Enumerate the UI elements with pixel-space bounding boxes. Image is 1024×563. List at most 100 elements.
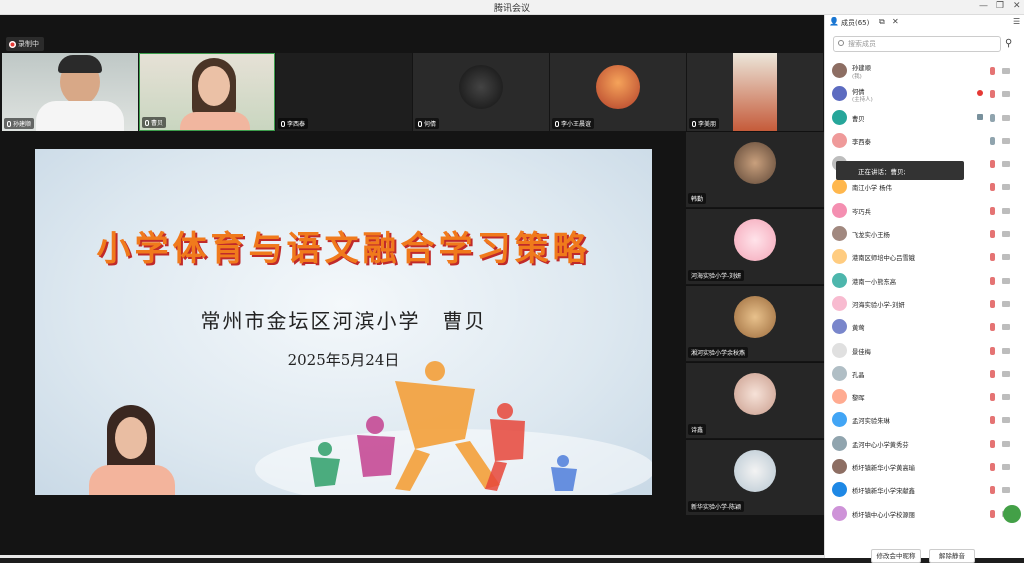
member-search-input[interactable]: 搜索成员 [833,36,1001,52]
mic-muted-icon[interactable] [990,67,995,75]
member-row[interactable]: 何倩 (主持人) [825,82,1024,105]
panel-header: 👤 成员(65) ⧉ ✕ ☰ [825,15,1024,31]
member-row[interactable]: 黄莺 [825,315,1024,338]
member-row[interactable]: 曹贝 [825,106,1024,129]
camera-icon[interactable] [1002,394,1010,401]
mic-muted-icon[interactable] [990,439,995,448]
avatar [832,249,847,265]
camera-icon[interactable] [1002,464,1010,471]
member-row[interactable]: 河海实验小学-刘妍 [825,292,1024,315]
mic-icon [418,120,422,127]
mic-muted-icon[interactable] [990,393,995,402]
avatar [734,450,776,492]
video-tile-2[interactable]: 曹贝 [139,53,275,131]
member-row[interactable]: 飞龙实小王杨 [825,222,1024,245]
mic-muted-icon[interactable] [990,183,995,192]
member-row[interactable]: 孔晶 [825,362,1024,385]
mic-muted-icon[interactable] [990,206,995,215]
tile-name: 曹贝 [142,117,167,128]
avatar [734,373,776,415]
mic-muted-icon[interactable] [990,90,995,99]
video-tile-6[interactable]: 李美朋 [687,53,823,131]
camera-icon[interactable] [1002,440,1010,447]
member-row[interactable]: 景佳梅 [825,339,1024,362]
avatar [832,342,847,358]
minimize-icon[interactable]: — [979,1,988,11]
invite-member-icon[interactable]: ⚲ [1005,38,1012,49]
member-row[interactable]: 孟河实验朱琳 [825,408,1024,431]
mic-icon [281,120,285,127]
menu-icon[interactable]: ☰ [1013,17,1020,26]
restore-icon[interactable]: ❐ [996,1,1004,11]
side-video-tile-2[interactable]: 河海实验小学-刘妍 [686,208,824,284]
recording-indicator[interactable]: 录制中 [6,37,44,51]
avatar [832,179,847,195]
video-tile-5[interactable]: 李小王晨谊 [550,53,686,131]
camera-icon[interactable] [1002,277,1010,284]
camera-icon[interactable] [1002,231,1010,238]
member-row[interactable]: 桥圩镇中心小学校源丽 [825,502,1024,525]
side-video-tile-1[interactable]: 韩勤 [686,131,824,207]
member-row[interactable]: 孟河中心小学黄秀芬 [825,432,1024,455]
side-video-tile-3[interactable]: 湘河实验小学余秋燕 [686,285,824,361]
camera-icon[interactable] [1002,254,1010,261]
camera-icon[interactable] [1002,91,1010,98]
mic-muted-icon[interactable] [990,369,995,378]
avatar [734,296,776,338]
mic-muted-icon[interactable] [990,323,995,332]
close-icon[interactable]: ✕ [1013,1,1021,11]
screen-share-icon [977,113,983,120]
member-row[interactable]: 李西泰 [825,129,1024,152]
camera-icon[interactable] [1002,68,1010,74]
member-row[interactable]: 桥圩镇新华小学黄高瑜 [825,455,1024,478]
close-panel-icon[interactable]: ✕ [892,17,899,26]
mic-muted-icon[interactable] [990,276,995,285]
mic-muted-icon[interactable] [990,346,995,355]
mic-muted-icon[interactable] [990,230,995,239]
mic-muted-icon[interactable] [990,299,995,308]
side-video-tile-5[interactable]: 新华实验小学-陈颖 [686,439,824,515]
video-tile-4[interactable]: 何倩 [413,53,549,131]
mic-muted-icon[interactable] [990,136,995,145]
avatar [832,295,847,311]
member-row[interactable]: 港南一小熊东高 [825,269,1024,292]
avatar [832,109,847,125]
tile-name: 李西泰 [278,118,309,129]
camera-icon[interactable] [1002,207,1010,214]
member-row[interactable]: 桥圩镇新华小学宋献鑫 [825,478,1024,501]
camera-icon[interactable] [1002,370,1010,377]
member-row[interactable]: 港南区师培中心吕雪娥 [825,245,1024,268]
avatar [832,505,847,521]
speaking-tooltip: 正在讲话：曹贝; [836,161,964,180]
popout-icon[interactable]: ⧉ [879,17,885,27]
member-row[interactable]: 岑巧兵 [825,199,1024,222]
camera-icon[interactable] [1002,347,1010,354]
side-video-tile-4[interactable]: 诗鑫 [686,362,824,438]
mic-muted-icon[interactable] [990,160,995,169]
camera-icon[interactable] [1002,487,1010,494]
member-name: 孟河中心小学黄秀芬 [852,441,909,449]
member-row[interactable]: 孙建顺 (我) [825,59,1024,82]
mic-muted-icon[interactable] [990,416,995,425]
rename-button[interactable]: 修改会中昵称 [871,549,921,563]
camera-icon[interactable] [1002,324,1010,331]
camera-icon[interactable] [1002,114,1010,121]
member-row[interactable]: 黎晖 [825,385,1024,408]
mic-muted-icon[interactable] [990,253,995,262]
camera-icon[interactable] [1002,161,1010,168]
video-tile-1[interactable]: 孙建顺 [2,53,138,131]
avatar [832,86,847,102]
tile-name: 韩勤 [688,193,707,204]
mic-muted-icon[interactable] [990,509,995,518]
mic-muted-icon[interactable] [990,486,995,495]
unmute-button[interactable]: 解除静音 [929,549,975,563]
camera-icon[interactable] [1002,184,1010,191]
member-name: 孔晶 [852,371,865,379]
camera-icon[interactable] [1002,417,1010,424]
assistant-icon[interactable] [1003,505,1021,523]
mic-muted-icon[interactable] [990,113,995,122]
video-tile-3[interactable]: 李西泰 [276,53,412,131]
camera-icon[interactable] [1002,300,1010,307]
camera-icon[interactable] [1002,137,1010,144]
mic-muted-icon[interactable] [990,463,995,472]
